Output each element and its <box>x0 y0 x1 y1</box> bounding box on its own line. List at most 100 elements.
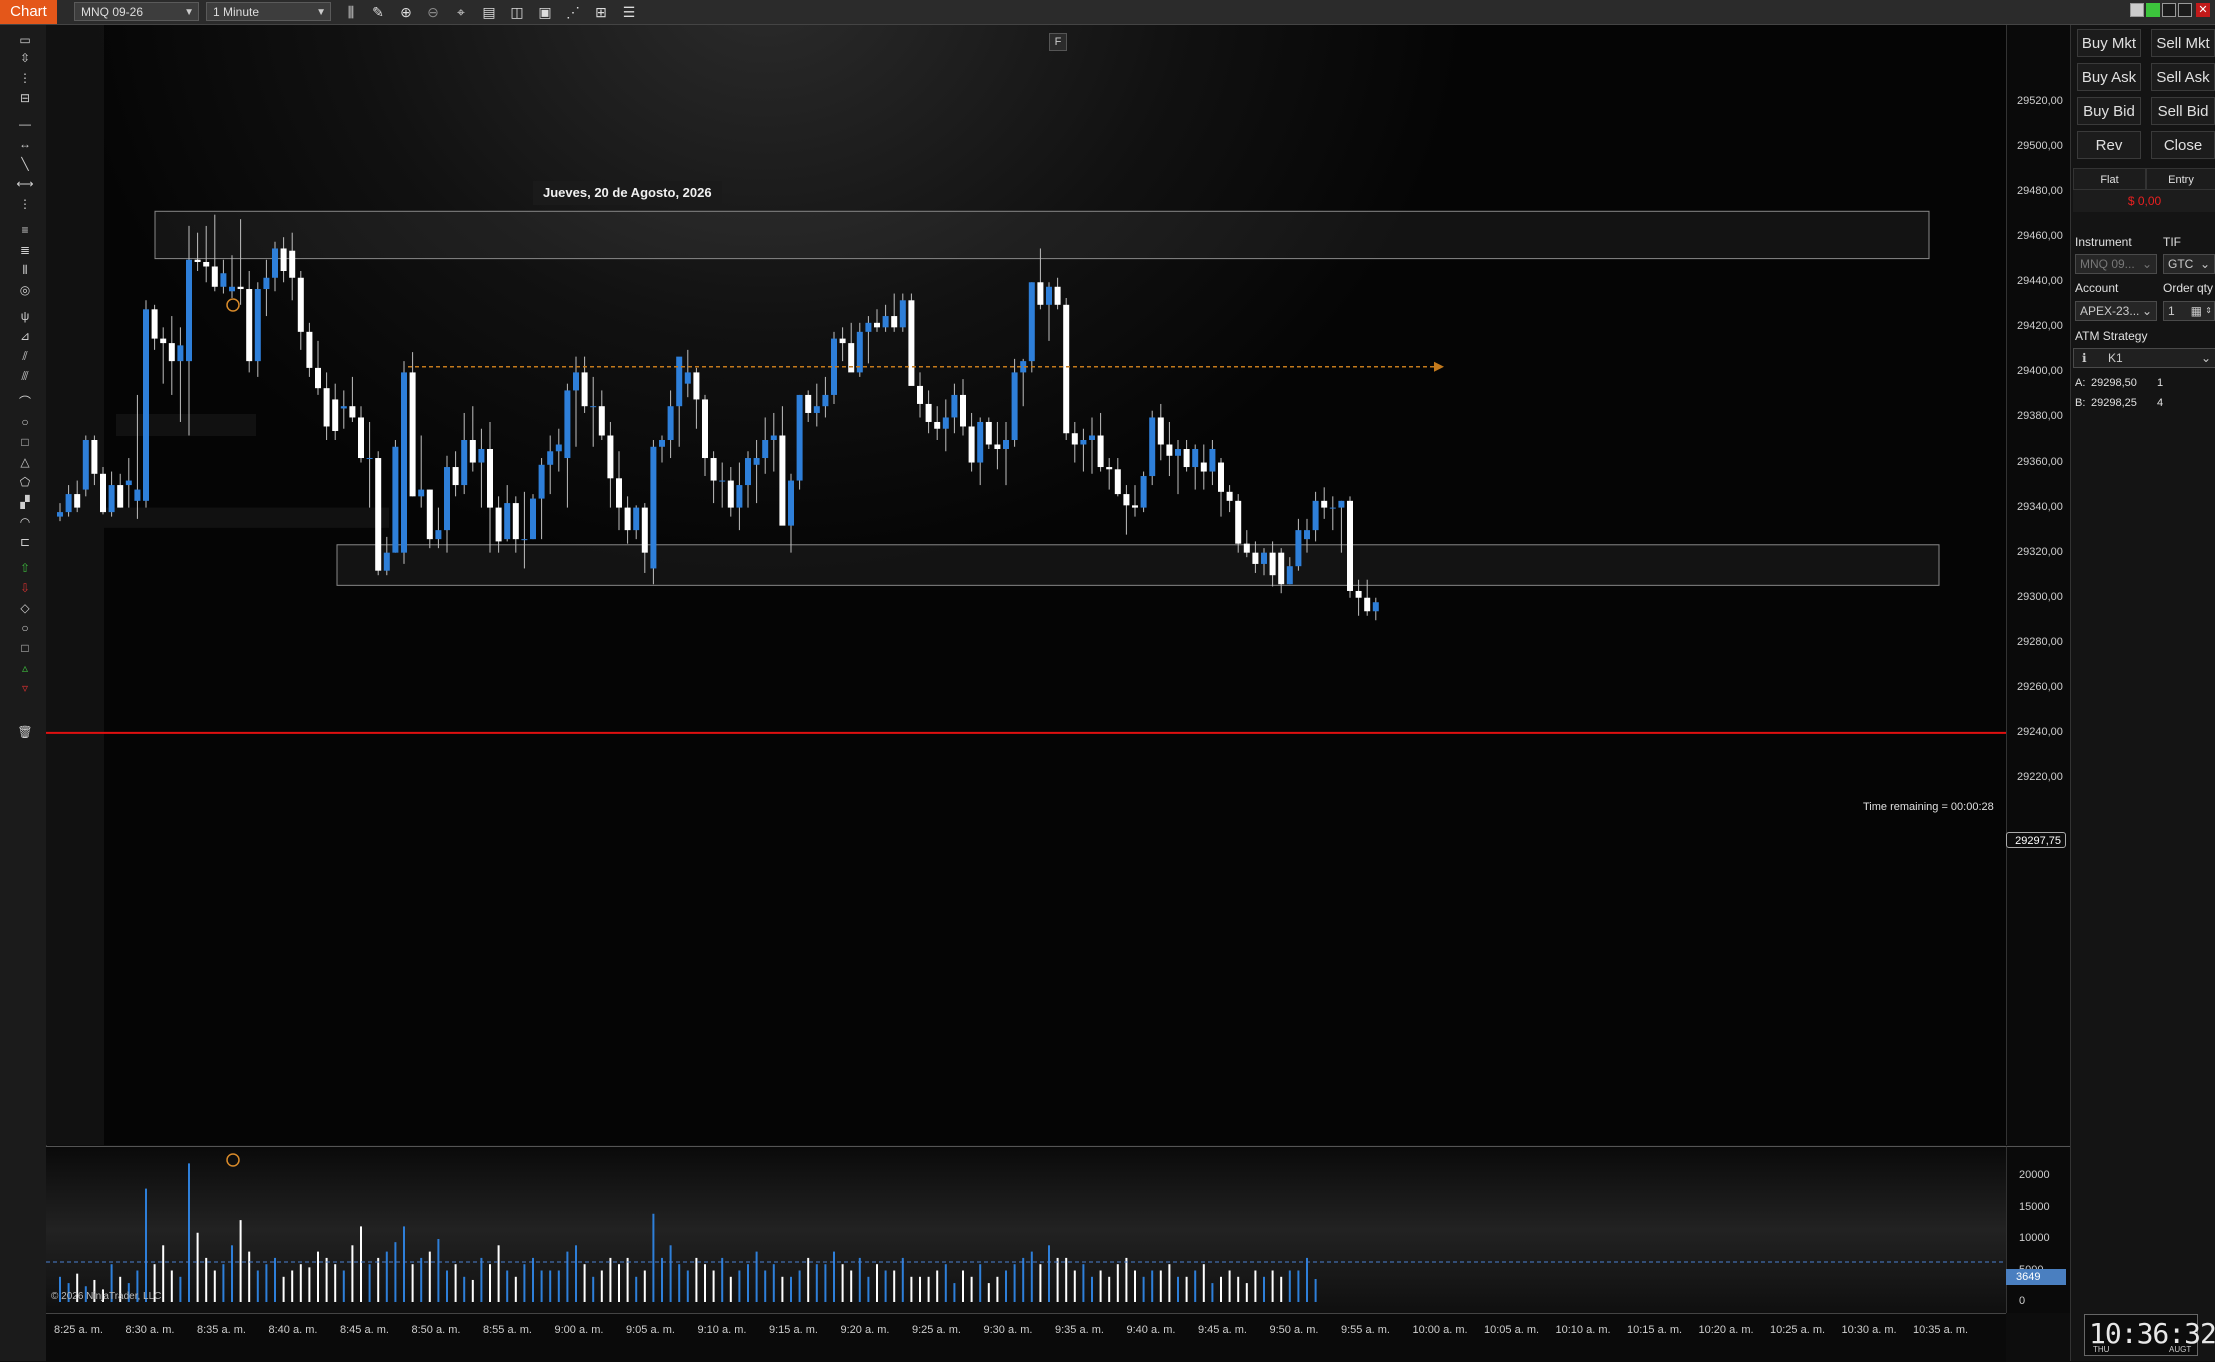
ray-icon[interactable]: ⟷ <box>15 177 35 191</box>
arrow-up-icon[interactable]: ⇧ <box>15 561 35 575</box>
sell-bid-button[interactable]: Sell Bid <box>2151 97 2215 125</box>
region-icon[interactable]: ⋮ <box>15 71 35 85</box>
buy-ask-button[interactable]: Buy Ask <box>2077 63 2141 91</box>
candle-body <box>607 435 614 479</box>
diamond-icon[interactable]: ◇ <box>15 601 35 615</box>
window-gray-button[interactable] <box>2130 3 2144 17</box>
range-icon[interactable]: ⊟ <box>15 91 35 105</box>
price-axis[interactable]: 29520,00 29500,00 29480,00 29460,00 29440,00… <box>2006 25 2071 1145</box>
candle-body <box>1046 286 1052 305</box>
crosshair-icon[interactable]: ⌖ <box>452 3 470 21</box>
volume-axis[interactable]: 20000150001000050000 <box>2006 1146 2071 1313</box>
close-position-button[interactable]: Close <box>2151 131 2215 159</box>
candle-body <box>598 406 605 436</box>
quantity-stepper[interactable]: ⇕ <box>2205 302 2212 320</box>
triangle-up-icon[interactable]: ▵ <box>15 661 35 675</box>
zoom-in-icon[interactable]: ⊕ <box>397 3 415 21</box>
text-icon[interactable]: ⊏ <box>15 535 35 549</box>
close-icon[interactable]: ✕ <box>2196 3 2210 17</box>
properties-icon[interactable]: ▤ <box>480 3 498 21</box>
candle-body <box>254 289 261 362</box>
strategy-icon[interactable]: ⋰ <box>564 3 582 21</box>
dot-icon[interactable]: ○ <box>15 621 35 635</box>
snapshot-icon[interactable]: ▣ <box>536 3 554 21</box>
candle-body <box>633 507 640 531</box>
reverse-button[interactable]: Rev <box>2077 131 2141 159</box>
info-icon[interactable]: ℹ <box>2082 349 2087 367</box>
price-tick: 29240,00 <box>2017 725 2063 738</box>
maximize-icon[interactable] <box>2178 3 2192 17</box>
regression-channel-icon[interactable]: ⫽ <box>15 349 35 363</box>
time-axis[interactable]: 8:25 a. m. 8:30 a. m. 8:35 a. m. 8:40 a. m.… <box>46 1313 2006 1362</box>
price-chart-panel[interactable]: Jueves, 20 de Agosto, 2026 Time remainin… <box>46 25 2006 1145</box>
horizontal-line-icon[interactable]: ― <box>15 117 35 131</box>
vertical-line-icon[interactable]: ⋮ <box>15 197 35 211</box>
order-qty-label: Order qty <box>2163 281 2214 295</box>
bar-type-icon[interactable]: ⫼ <box>342 3 360 21</box>
instrument-selector[interactable]: MNQ 09-26 ▼ <box>74 2 199 21</box>
extended-line-icon[interactable]: ↔ <box>15 137 35 151</box>
f-button[interactable]: F <box>1049 33 1067 51</box>
candle-body <box>624 507 631 531</box>
candle-body <box>753 458 760 465</box>
tif-select[interactable]: GTC ⌄ <box>2163 254 2215 274</box>
atm-strategy-select[interactable]: ℹ K1 ⌄ <box>2073 348 2215 368</box>
risk-reward-icon[interactable]: ▞ <box>15 495 35 509</box>
indicators-icon[interactable]: ⊞ <box>592 3 610 21</box>
global-draw-icon[interactable]: ⇳ <box>15 51 35 65</box>
date-label: Jueves, 20 de Agosto, 2026 <box>533 181 722 205</box>
candle-body <box>306 331 313 368</box>
square-icon[interactable]: □ <box>15 641 35 655</box>
gann-fan-icon[interactable]: ⊿ <box>15 329 35 343</box>
trash-icon[interactable]: 🗑 <box>15 725 35 739</box>
triangle-icon[interactable]: △ <box>15 455 35 469</box>
zoom-out-icon[interactable]: ⊖ <box>424 3 442 21</box>
candle-body <box>985 421 992 445</box>
candle-body <box>865 322 872 332</box>
price-tick: 29300,00 <box>2017 590 2063 603</box>
fib-time-icon[interactable]: ⦀ <box>15 263 35 277</box>
line-icon[interactable]: ╲ <box>15 157 35 171</box>
triangle-down-icon[interactable]: ▿ <box>15 681 35 695</box>
trend-channel-icon[interactable]: ⫻ <box>15 369 35 383</box>
rectangle-icon[interactable]: □ <box>15 435 35 449</box>
arc-icon[interactable]: ⌒ <box>15 395 35 409</box>
candle-body <box>770 435 777 440</box>
bid-price: 29298,25 <box>2091 397 2137 409</box>
quantity-grid-icon[interactable]: ▦ <box>2191 302 2202 320</box>
ellipse-icon[interactable]: ○ <box>15 415 35 429</box>
interval-selector[interactable]: 1 Minute ▼ <box>206 2 331 21</box>
chevron-down-icon: ⌄ <box>2199 257 2210 271</box>
ruler-icon[interactable]: ▭ <box>15 33 35 47</box>
sell-ask-button[interactable]: Sell Ask <box>2151 63 2215 91</box>
path-icon[interactable]: ◠ <box>15 515 35 529</box>
pencil-icon[interactable]: ✎ <box>369 3 387 21</box>
order-qty-input[interactable]: 1 ▦ ⇕ <box>2163 301 2215 321</box>
candle-body <box>392 446 399 553</box>
chart-tab[interactable]: Chart <box>0 0 57 24</box>
candle-body <box>1347 500 1353 591</box>
window-green-button[interactable] <box>2146 3 2160 17</box>
volume-panel[interactable]: © 2026 NinjaTrader, LLC <box>46 1146 2006 1313</box>
list-icon[interactable]: ☰ <box>620 3 638 21</box>
minimize-icon[interactable] <box>2162 3 2176 17</box>
sell-market-button[interactable]: Sell Mkt <box>2151 29 2215 57</box>
clock-month: AUGT <box>2169 1345 2192 1354</box>
fib-extension-icon[interactable]: ≣ <box>15 243 35 257</box>
candle-body <box>719 480 726 482</box>
buy-market-button[interactable]: Buy Mkt <box>2077 29 2141 57</box>
candle-body <box>263 277 270 290</box>
andrews-pitchfork-icon[interactable]: ψ <box>15 309 35 323</box>
instrument-select[interactable]: MNQ 09... ⌄ <box>2075 254 2157 274</box>
candle-body <box>1235 500 1242 544</box>
account-select[interactable]: APEX-23... ⌄ <box>2075 301 2157 321</box>
data-box-icon[interactable]: ◫ <box>508 3 526 21</box>
candle-body <box>1372 602 1379 612</box>
fib-circle-icon[interactable]: ◎ <box>15 283 35 297</box>
arrow-down-icon[interactable]: ⇩ <box>15 581 35 595</box>
time-tick: 9:25 a. m. <box>912 1324 961 1336</box>
buy-bid-button[interactable]: Buy Bid <box>2077 97 2141 125</box>
candle-body <box>521 539 528 541</box>
polygon-icon[interactable]: ⬠ <box>15 475 35 489</box>
fib-retracement-icon[interactable]: ≡ <box>15 223 35 237</box>
